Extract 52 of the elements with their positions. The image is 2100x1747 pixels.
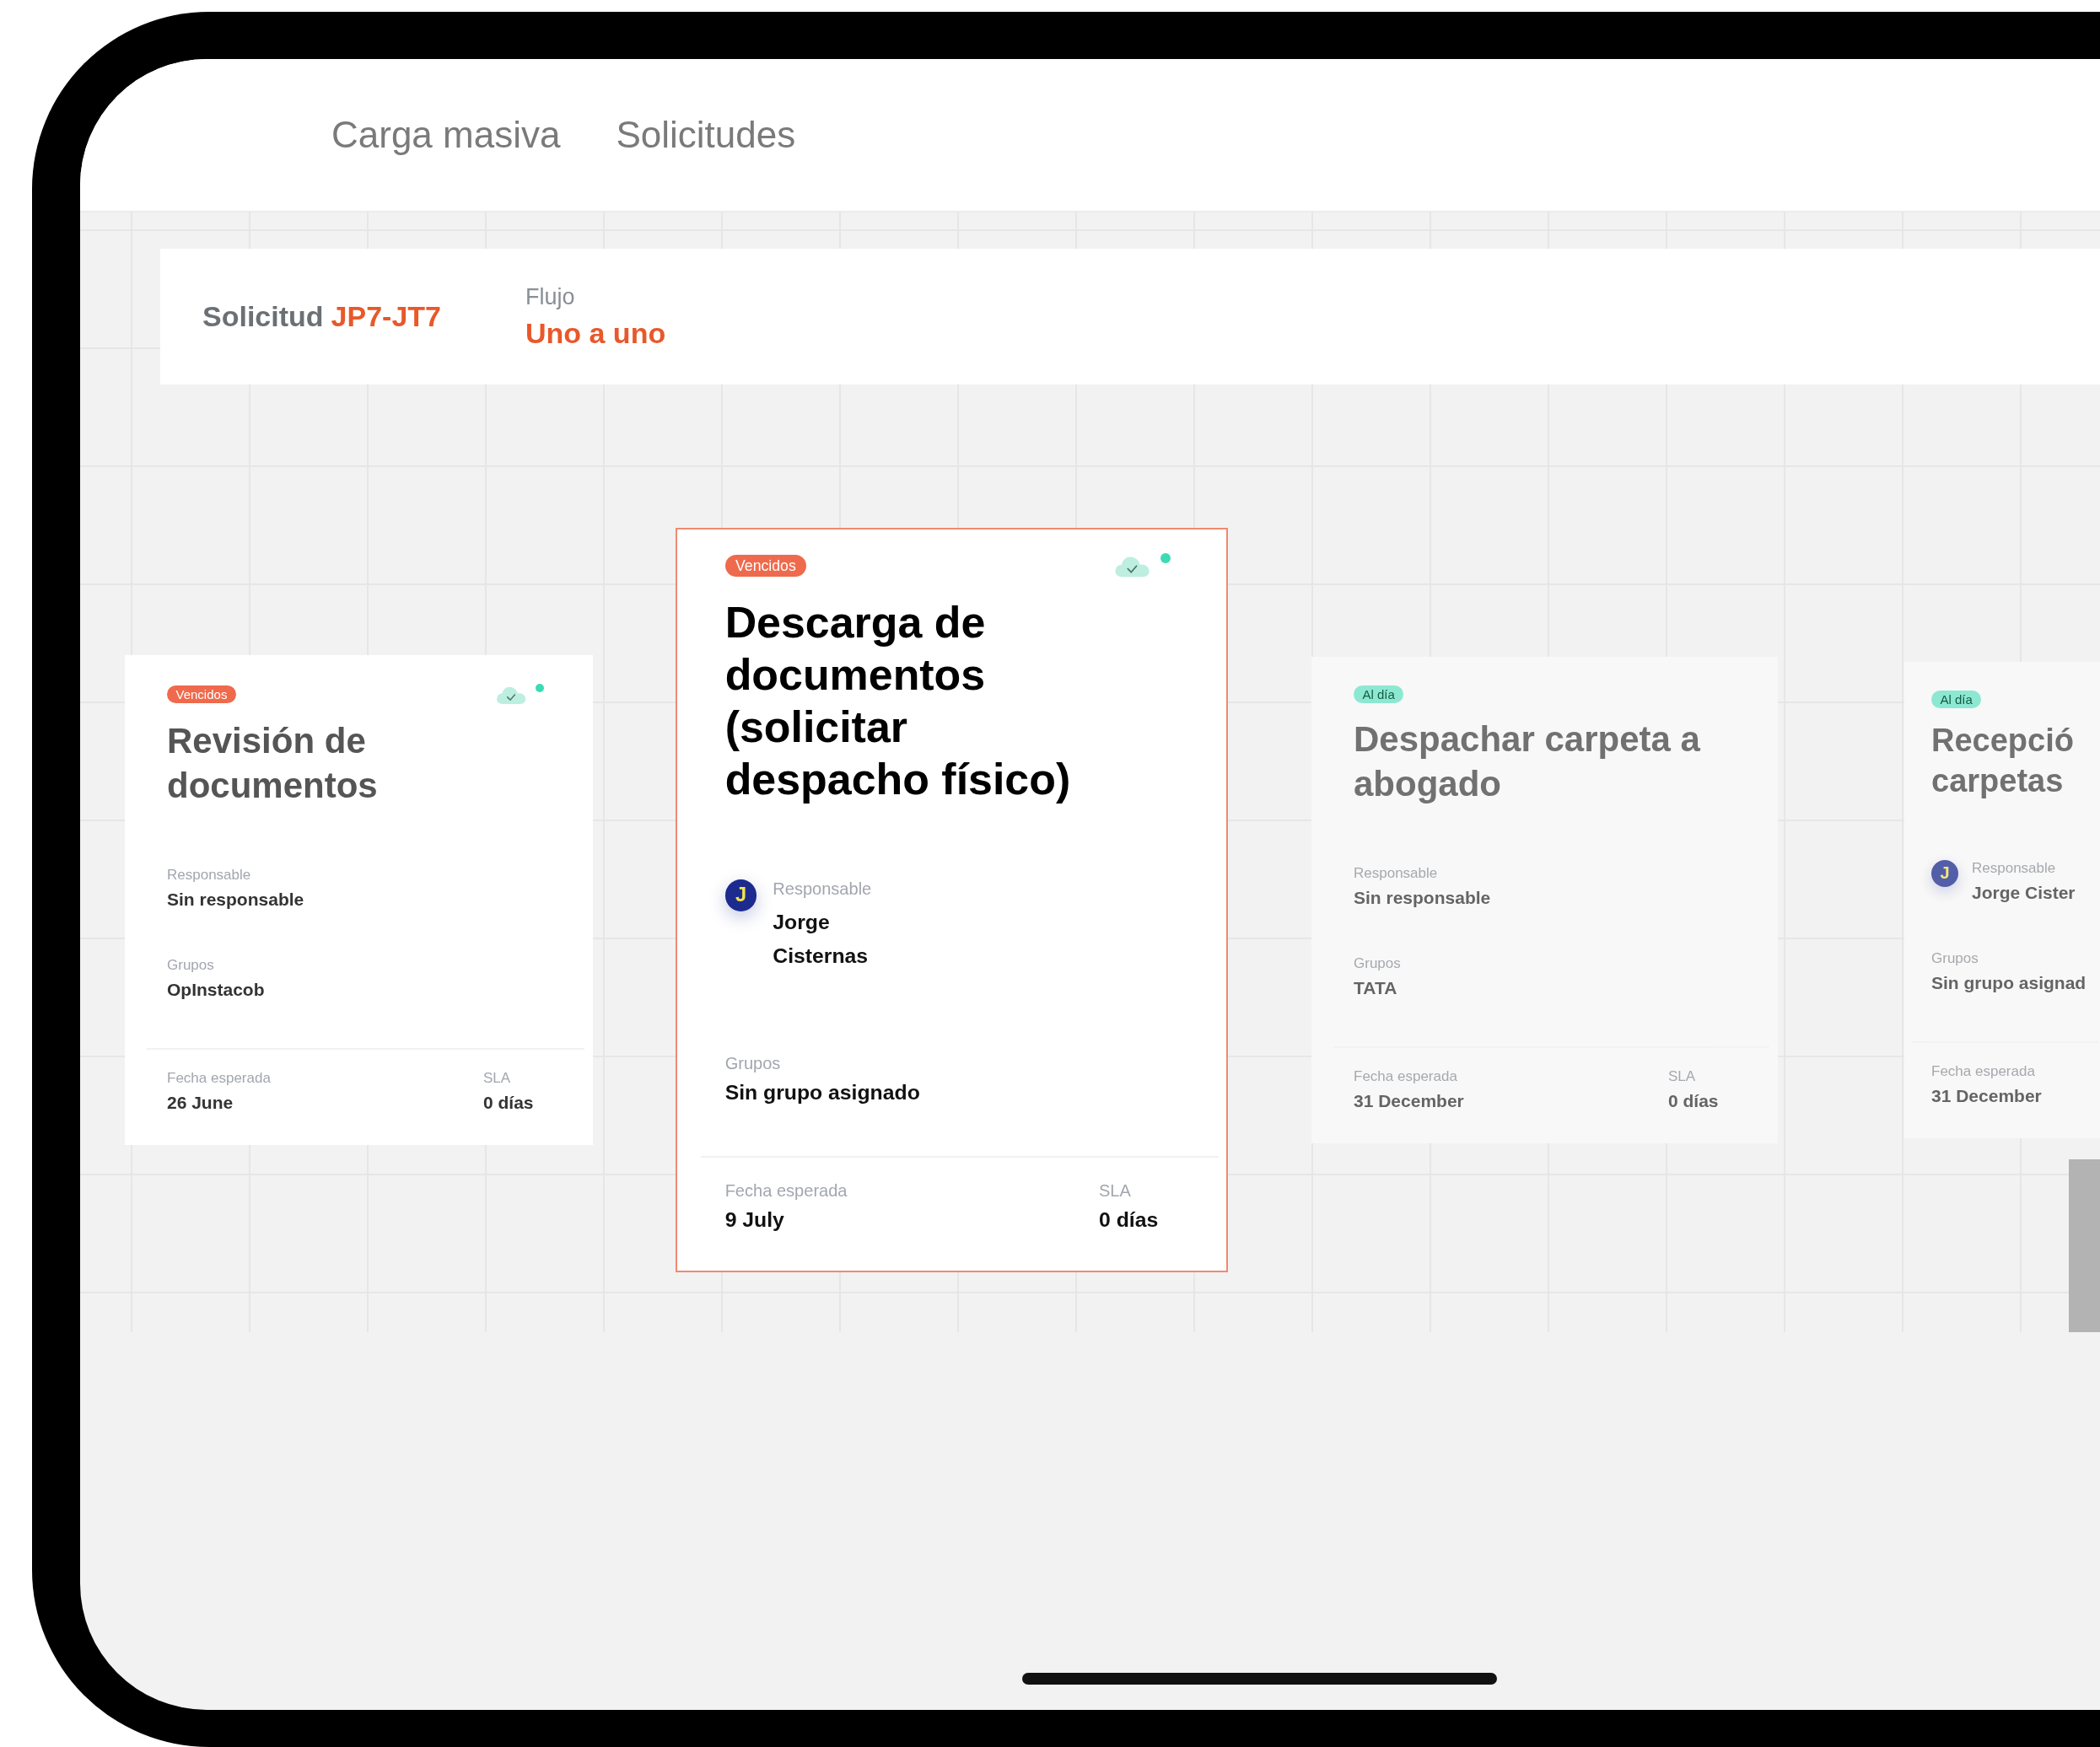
field-value: 26 June — [167, 1092, 234, 1113]
field-label: Grupos — [1354, 954, 1402, 972]
field-label: Responsable — [773, 879, 873, 900]
field-label: SLA — [483, 1069, 512, 1087]
card-title: Recepció carpetas — [1931, 722, 2075, 801]
task-card[interactable]: Al día Despachar carpeta a abogado Responsable Sin responsable Grupos TATA Fecha esperada 31 December SLA 0 días — [1311, 656, 1778, 1143]
field-value: Sin responsable — [1354, 887, 1491, 908]
avatar: J — [1931, 860, 1958, 887]
field-value: TATA — [1354, 977, 1398, 998]
task-card[interactable]: Vencidos Revisión de documentos Responsable Sin responsable Grupos OpInstacob Fecha esperada 26 June SLA 0 días — [125, 654, 593, 1145]
nav-link[interactable]: Carga masiva — [331, 114, 561, 156]
field-label: Grupos — [167, 956, 215, 974]
field-label: Responsable — [1972, 860, 2057, 877]
field-label: Responsable — [167, 866, 252, 884]
status-badge: Vencidos — [724, 554, 807, 578]
task-card[interactable]: Al día Recepció carpetas J Responsable Jorge Cister Grupos Sin grupo asignad Fecha esperada 31 December — [1904, 661, 2100, 1138]
request-code: JP7-JT7 — [331, 300, 441, 333]
field-value: Jorge Cisternas — [773, 910, 870, 969]
field-label: Fecha esperada — [1931, 1063, 2036, 1080]
card-title: Descarga de documentos (solicitar despacho físico) — [724, 596, 1072, 806]
field-value: Sin grupo asignado — [724, 1080, 921, 1105]
status-badge: Al día — [1354, 685, 1404, 704]
field-value: 0 días — [483, 1092, 535, 1113]
field-value: Jorge Cister — [1972, 883, 2076, 903]
nav-link[interactable]: Solicitudes — [616, 114, 796, 156]
field-value: OpInstacob — [167, 979, 266, 1000]
flow-label: Flujo — [525, 283, 576, 310]
field-value: 9 July — [724, 1207, 785, 1232]
field-label: Grupos — [1931, 950, 1979, 967]
field-label: Fecha esperada — [724, 1181, 848, 1201]
field-value: Sin grupo asignad — [1931, 973, 2087, 993]
request-label: Solicitud — [202, 300, 324, 333]
status-dot-icon — [1160, 553, 1171, 564]
status-dot-icon — [536, 683, 544, 692]
field-label: SLA — [1099, 1181, 1132, 1201]
field-value: 0 días — [1668, 1090, 1720, 1111]
field-value: 0 días — [1099, 1207, 1160, 1232]
field-value: 31 December — [1931, 1086, 2042, 1106]
status-badge: Al día — [1931, 690, 1982, 709]
field-label: SLA — [1668, 1067, 1697, 1085]
task-card[interactable]: Vencidos Descarga de documentos (solicitar despacho físico) J Responsable Jorge Cisternas Grupos Sin grupo asignado Fecha esperada 9 July SLA 0 días — [676, 528, 1228, 1272]
card-title: Despachar carpeta a abogado — [1354, 718, 1701, 805]
field-value: Sin responsable — [167, 889, 304, 910]
card-title: Revisión de documentos — [167, 719, 379, 807]
field-value: 31 December — [1354, 1090, 1464, 1111]
field-label: Fecha esperada — [1354, 1067, 1458, 1085]
avatar: J — [724, 879, 757, 911]
field-label: Fecha esperada — [167, 1069, 271, 1087]
field-label: Responsable — [1354, 864, 1439, 882]
field-label: Grupos — [724, 1054, 782, 1074]
status-badge: Vencidos — [167, 685, 236, 704]
flow-value: Uno a uno — [525, 316, 666, 350]
